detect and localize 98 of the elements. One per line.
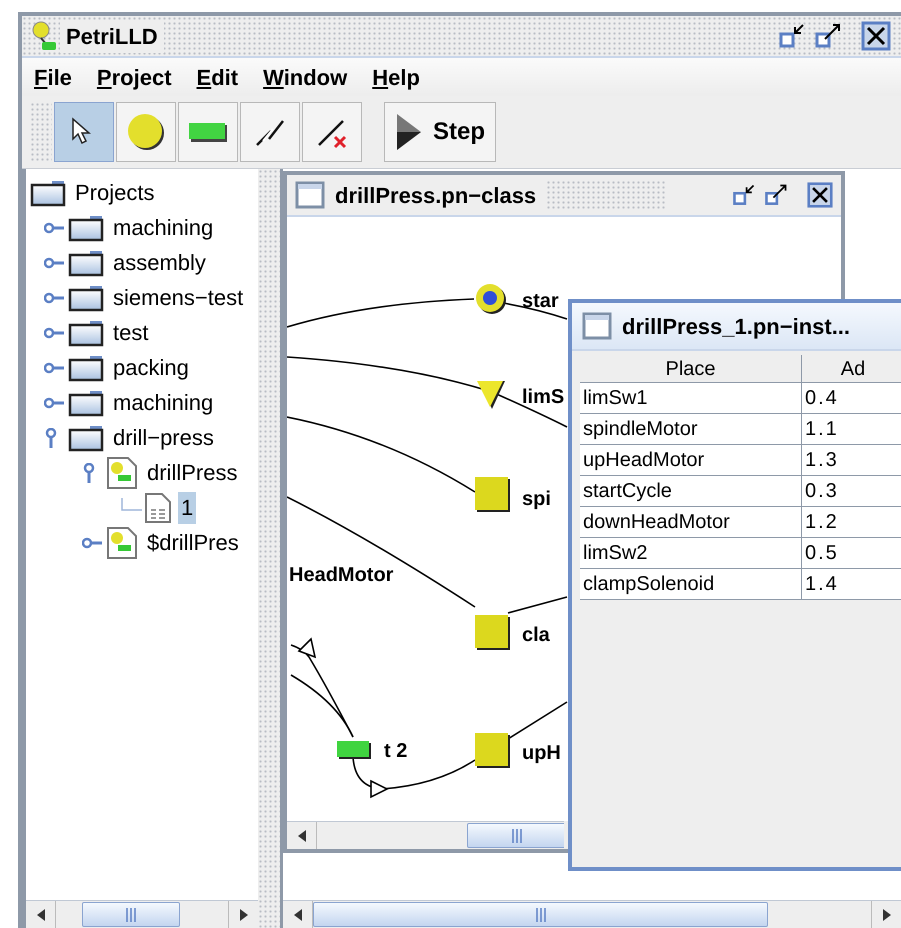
window-title: drillPress_1.pn−inst... <box>622 312 850 341</box>
tree-item[interactable]: assembly <box>110 246 209 278</box>
tree-item[interactable]: Projects <box>72 176 158 208</box>
collapsed-handle-icon[interactable] <box>44 220 64 234</box>
rectangle-icon <box>188 121 228 143</box>
column-header[interactable]: Place <box>580 355 802 382</box>
table-cell-text: 1.4 <box>804 572 840 597</box>
folder-icon <box>68 248 104 276</box>
folder-icon <box>68 318 104 346</box>
left-arrow-icon <box>298 830 306 842</box>
node-label: HeadMotor <box>289 563 394 587</box>
tool-button[interactable] <box>302 102 362 162</box>
place-with-token-icon[interactable] <box>475 283 507 315</box>
table-cell: limSw1 <box>580 383 802 413</box>
collapsed-handle-icon[interactable] <box>44 256 64 270</box>
tool-button[interactable] <box>116 102 176 162</box>
menu-item[interactable]: Window <box>263 60 348 94</box>
folder-icon <box>68 284 104 312</box>
tree-item[interactable]: packing <box>110 352 192 384</box>
folder-icon <box>68 424 104 452</box>
expanded-handle-icon[interactable] <box>82 462 96 482</box>
arc-line[interactable] <box>287 298 474 328</box>
left-arrow-icon <box>36 908 44 920</box>
node-label: star <box>522 289 559 313</box>
column-header[interactable]: Ad <box>802 355 901 382</box>
table-cell-text: 0.3 <box>804 479 840 504</box>
maximize-icon[interactable] <box>763 182 789 208</box>
menu-item[interactable]: Edit <box>196 60 238 94</box>
arc-arrow[interactable] <box>352 756 476 798</box>
play-icon <box>395 112 423 152</box>
menu-item[interactable]: File <box>34 60 72 94</box>
collapsed-handle-icon[interactable] <box>44 290 64 304</box>
folder-icon <box>68 354 104 382</box>
expanded-handle-icon[interactable] <box>44 428 58 448</box>
tree-item[interactable]: 1 <box>178 492 196 524</box>
tree-item[interactable]: $drillPres <box>144 526 242 558</box>
arc-line[interactable] <box>287 416 476 493</box>
table-cell-text: 0.5 <box>804 541 840 566</box>
folder-icon <box>30 178 66 206</box>
right-arrow-icon <box>882 908 890 920</box>
circle-icon <box>126 112 166 152</box>
net-file-icon <box>106 526 138 560</box>
scrollbar-thumb[interactable] <box>467 823 564 848</box>
node-label: spi <box>522 487 551 511</box>
window-icon <box>582 311 612 341</box>
table-cell: downHeadMotor <box>580 507 802 537</box>
table-cell: limSw2 <box>580 538 802 568</box>
horizontal-scrollbar[interactable] <box>26 900 258 928</box>
scrollbar-thumb[interactable] <box>82 902 180 927</box>
table-cell: startCycle <box>580 476 802 506</box>
folder-icon <box>68 214 104 242</box>
triangle-icon[interactable] <box>475 379 507 411</box>
tool-button[interactable] <box>240 102 300 162</box>
table-cell: spindleMotor <box>580 414 802 444</box>
table-cell: clampSolenoid <box>580 569 802 599</box>
tree-item[interactable]: siemens−test <box>110 282 246 314</box>
tree-item[interactable]: drillPress <box>144 456 240 488</box>
tree-item[interactable]: machining <box>110 212 216 244</box>
scrollbar-thumb[interactable] <box>313 902 768 927</box>
horizontal-scrollbar[interactable] <box>283 900 901 928</box>
arc-arrow[interactable] <box>290 637 354 738</box>
table-cell-text: 0.4 <box>804 386 840 411</box>
menu-item[interactable]: Project <box>96 60 172 94</box>
window-title: drillPress.pn−class <box>335 182 536 210</box>
close-icon[interactable] <box>807 182 833 208</box>
arc-line[interactable] <box>508 596 568 614</box>
collapsed-handle-icon[interactable] <box>82 536 102 550</box>
horizontal-scrollbar[interactable] <box>287 821 564 849</box>
arc-line[interactable] <box>287 496 476 608</box>
table-cell-text: 1.2 <box>804 510 840 535</box>
menu-item[interactable]: Help <box>372 60 420 94</box>
tool-button[interactable] <box>54 102 114 162</box>
net-file-icon <box>106 456 138 490</box>
arc-line[interactable] <box>508 701 568 740</box>
table-cell: upHeadMotor <box>580 445 802 475</box>
table-cell-text: 1.1 <box>804 417 840 442</box>
close-icon[interactable] <box>861 21 891 51</box>
minimize-icon[interactable] <box>731 182 757 208</box>
collapsed-handle-icon[interactable] <box>44 396 64 410</box>
arc-line[interactable] <box>290 674 354 738</box>
folder-icon <box>68 388 104 416</box>
step-button[interactable]: Step <box>384 102 496 162</box>
tree-item[interactable]: drill−press <box>110 422 217 454</box>
left-arrow-icon <box>294 908 302 920</box>
arc-line[interactable] <box>287 356 568 428</box>
node-label: cla <box>522 623 550 647</box>
tree-item[interactable]: test <box>110 316 152 348</box>
node-label: t 2 <box>384 739 408 763</box>
table-cell-text: 1.3 <box>804 448 840 473</box>
node-label: limS <box>522 385 564 409</box>
window-icon <box>295 180 325 210</box>
tool-button[interactable] <box>178 102 238 162</box>
collapsed-handle-icon[interactable] <box>44 360 64 374</box>
right-arrow-icon <box>240 908 248 920</box>
document-icon <box>144 492 172 524</box>
node-label: upH <box>522 741 561 765</box>
tree-item[interactable]: machining <box>110 386 216 418</box>
collapsed-handle-icon[interactable] <box>44 326 64 340</box>
